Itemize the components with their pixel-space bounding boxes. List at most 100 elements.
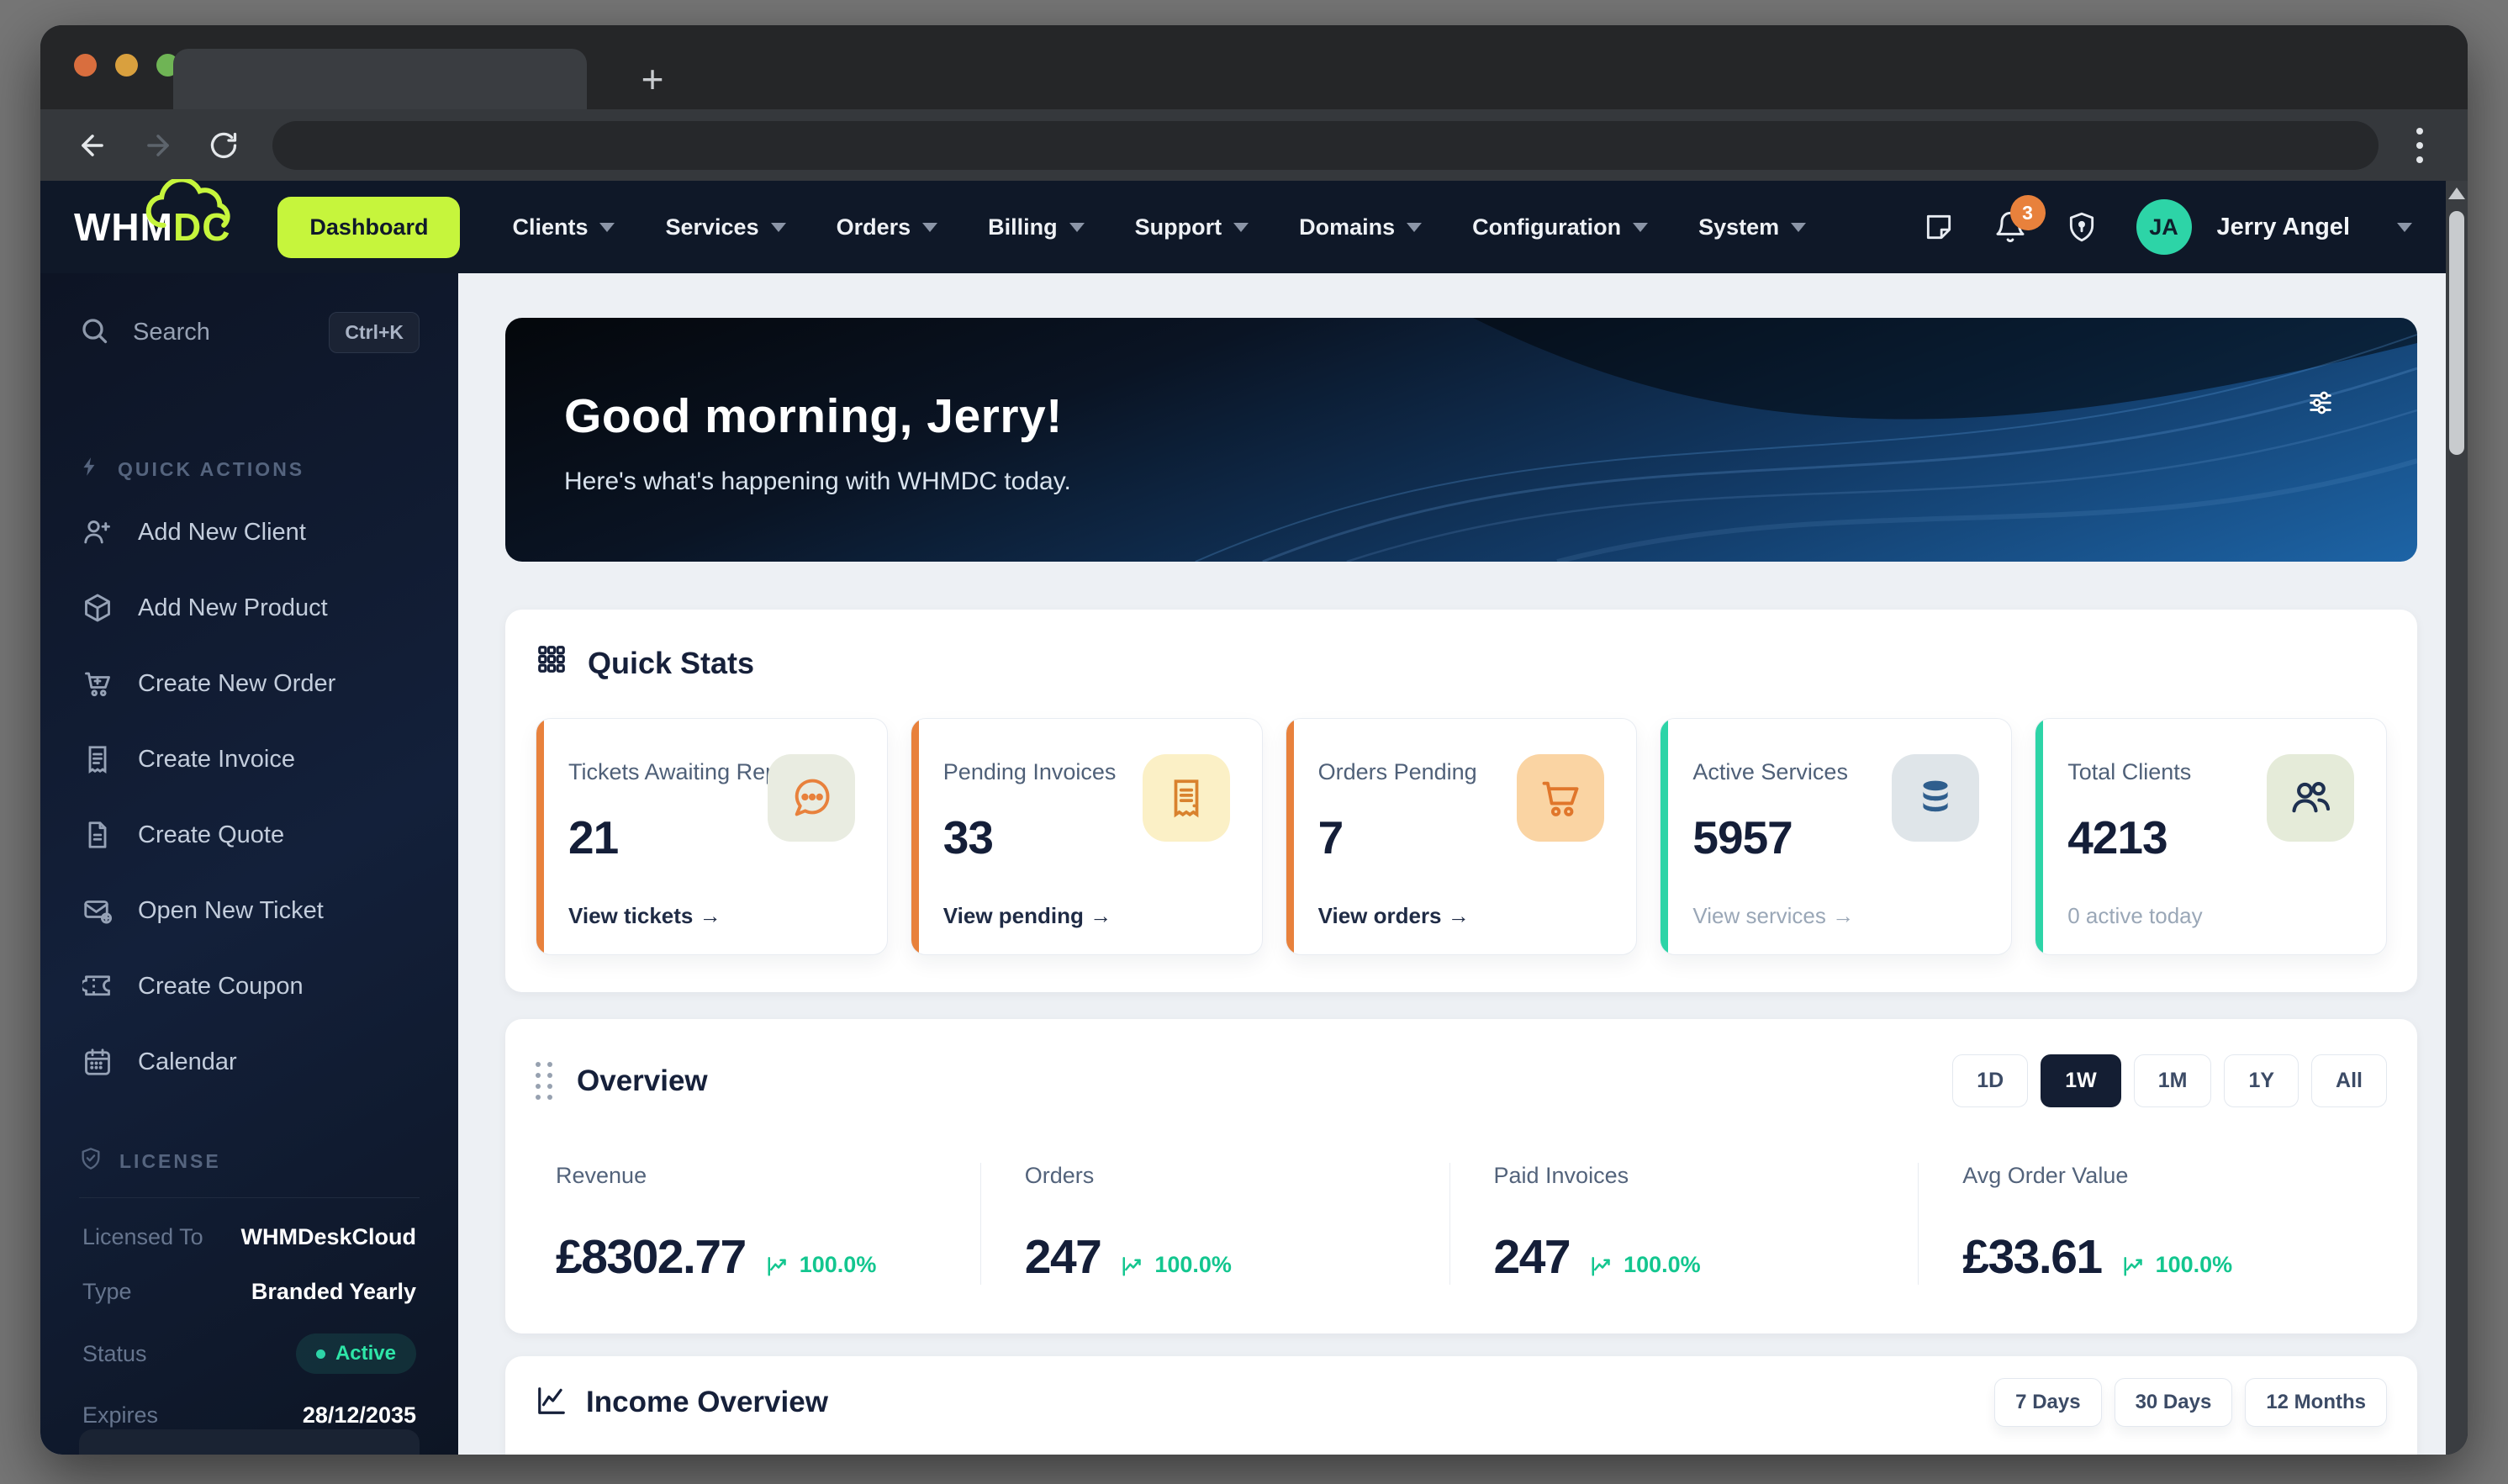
quick-stats-title: Quick Stats xyxy=(536,643,2387,683)
overview-section: Overview 1D 1W 1M 1Y All Revenue xyxy=(505,1019,2417,1333)
user-avatar[interactable]: JA xyxy=(2136,199,2192,255)
scrollbar-up-arrow-icon[interactable] xyxy=(2448,187,2465,199)
quick-stats-section: Quick Stats Tickets Awaiting Reply 21 Vi… xyxy=(505,610,2417,992)
chevron-down-icon xyxy=(599,223,615,232)
notes-icon[interactable] xyxy=(1923,211,1955,243)
notifications-bell-icon[interactable]: 3 xyxy=(1993,210,2027,244)
view-tickets-link[interactable]: View tickets → xyxy=(568,903,855,929)
package-icon xyxy=(82,593,113,623)
welcome-banner: Good morning, Jerry! Here's what's happe… xyxy=(505,318,2417,562)
nav-item-clients[interactable]: Clients xyxy=(512,214,615,240)
nav-item-domains[interactable]: Domains xyxy=(1299,214,1422,240)
stat-card-pending-invoices[interactable]: Pending Invoices 33 View pending → xyxy=(911,718,1263,955)
back-icon[interactable] xyxy=(76,129,109,162)
scrollbar-thumb[interactable] xyxy=(2449,211,2464,455)
sidebar-item-calendar[interactable]: Calendar xyxy=(79,1024,420,1100)
chevron-down-icon xyxy=(1791,223,1806,232)
cloud-icon xyxy=(141,179,242,235)
license-title: LICENSE xyxy=(79,1147,420,1175)
filter-all[interactable]: All xyxy=(2311,1054,2387,1107)
database-icon xyxy=(1892,754,1979,842)
stat-card-total-clients[interactable]: Total Clients 4213 0 active today xyxy=(2035,718,2387,955)
status-dot-icon xyxy=(316,1349,325,1359)
search-shortcut-badge: Ctrl+K xyxy=(329,312,420,353)
sidebar-item-open-new-ticket[interactable]: Open New Ticket xyxy=(79,873,420,948)
address-bar[interactable] xyxy=(272,121,2379,170)
chevron-down-icon xyxy=(1633,223,1648,232)
window-close-button[interactable] xyxy=(74,54,97,77)
nav-item-dashboard[interactable]: Dashboard xyxy=(277,197,460,258)
income-overview-title: Income Overview xyxy=(586,1386,828,1419)
ticket-icon xyxy=(82,971,113,1001)
nav-item-orders[interactable]: Orders xyxy=(837,214,938,240)
filter-30-days[interactable]: 30 Days xyxy=(2115,1378,2233,1427)
security-shield-icon[interactable] xyxy=(2066,211,2098,243)
stat-card-orders-pending[interactable]: Orders Pending 7 View orders → xyxy=(1286,718,1638,955)
user-name[interactable]: Jerry Angel xyxy=(2217,214,2351,241)
drag-handle-icon[interactable] xyxy=(536,1062,553,1100)
view-orders-link[interactable]: View orders → xyxy=(1318,903,1605,929)
sidebar-item-add-new-client[interactable]: Add New Client xyxy=(79,494,420,570)
sidebar-item-add-new-product[interactable]: Add New Product xyxy=(79,570,420,646)
nav-item-system[interactable]: System xyxy=(1698,214,1806,240)
sidebar-item-create-quote[interactable]: Create Quote xyxy=(79,797,420,873)
filter-1m[interactable]: 1M xyxy=(2134,1054,2212,1107)
filter-12-months[interactable]: 12 Months xyxy=(2245,1378,2387,1427)
trend-up-icon xyxy=(1121,1253,1146,1278)
view-pending-link[interactable]: View pending → xyxy=(943,903,1230,929)
card-accent-bar xyxy=(2035,719,2043,954)
license-row-status: Status Active xyxy=(79,1319,420,1388)
stat-card-tickets-awaiting-reply[interactable]: Tickets Awaiting Reply 21 View tickets → xyxy=(536,718,888,955)
overview-metrics-row: Revenue £8302.77 100.0% Orders xyxy=(536,1163,2387,1285)
nav-item-billing[interactable]: Billing xyxy=(988,214,1085,240)
reload-icon[interactable] xyxy=(207,129,240,162)
filter-1y[interactable]: 1Y xyxy=(2224,1054,2299,1107)
greeting-subtitle: Here's what's happening with WHMDC today… xyxy=(564,467,2417,496)
trend-up-icon xyxy=(1590,1253,1615,1278)
document-icon xyxy=(82,820,113,850)
chevron-down-icon xyxy=(1069,223,1085,232)
metric-revenue: Revenue £8302.77 100.0% xyxy=(536,1163,980,1285)
stat-card-active-services[interactable]: Active Services 5957 View services → xyxy=(1660,718,2012,955)
cart-icon xyxy=(1517,754,1604,842)
card-accent-bar xyxy=(536,719,544,954)
view-services-link[interactable]: View services → xyxy=(1692,903,1979,929)
chevron-down-icon xyxy=(771,223,786,232)
sidebar-search[interactable]: Search Ctrl+K xyxy=(79,312,420,353)
banner-settings-sliders-icon[interactable] xyxy=(2306,388,2335,421)
filter-1w[interactable]: 1W xyxy=(2041,1054,2121,1107)
lightning-icon xyxy=(79,456,101,483)
page-scrollbar[interactable] xyxy=(2446,181,2468,1455)
whmdc-logo[interactable]: WHM DC xyxy=(74,204,230,250)
license-divider xyxy=(79,1197,420,1198)
greeting-title: Good morning, Jerry! xyxy=(564,388,2417,444)
chevron-down-icon xyxy=(1233,223,1249,232)
trend-up-icon xyxy=(766,1253,791,1278)
metric-orders: Orders 247 100.0% xyxy=(980,1163,1449,1285)
browser-tab[interactable] xyxy=(173,49,587,109)
search-icon xyxy=(79,315,109,350)
filter-7-days[interactable]: 7 Days xyxy=(1994,1378,2101,1427)
invoice-icon xyxy=(82,744,113,774)
nav-item-configuration[interactable]: Configuration xyxy=(1472,214,1648,240)
line-chart-icon xyxy=(536,1385,568,1421)
filter-1d[interactable]: 1D xyxy=(1952,1054,2028,1107)
forward-icon[interactable] xyxy=(141,129,175,162)
user-menu-chevron-icon[interactable] xyxy=(2397,223,2412,232)
nav-item-support[interactable]: Support xyxy=(1135,214,1249,240)
sidebar-item-create-new-order[interactable]: Create New Order xyxy=(79,646,420,721)
card-accent-bar xyxy=(1661,719,1668,954)
income-overview-section: Income Overview 7 Days 30 Days 12 Months xyxy=(505,1356,2417,1455)
window-minimize-button[interactable] xyxy=(115,54,138,77)
grid-icon xyxy=(536,643,568,683)
stat-cards-row: Tickets Awaiting Reply 21 View tickets →… xyxy=(536,718,2387,955)
trend-up-icon xyxy=(2122,1253,2147,1278)
sidebar-bottom-button[interactable] xyxy=(79,1429,420,1455)
active-today-note: 0 active today xyxy=(2067,903,2354,929)
new-tab-button[interactable]: + xyxy=(629,55,676,103)
nav-item-services[interactable]: Services xyxy=(665,214,785,240)
browser-menu-icon[interactable] xyxy=(2407,128,2432,163)
quick-actions-title: QUICK ACTIONS xyxy=(79,456,420,483)
sidebar-item-create-invoice[interactable]: Create Invoice xyxy=(79,721,420,797)
sidebar-item-create-coupon[interactable]: Create Coupon xyxy=(79,948,420,1024)
